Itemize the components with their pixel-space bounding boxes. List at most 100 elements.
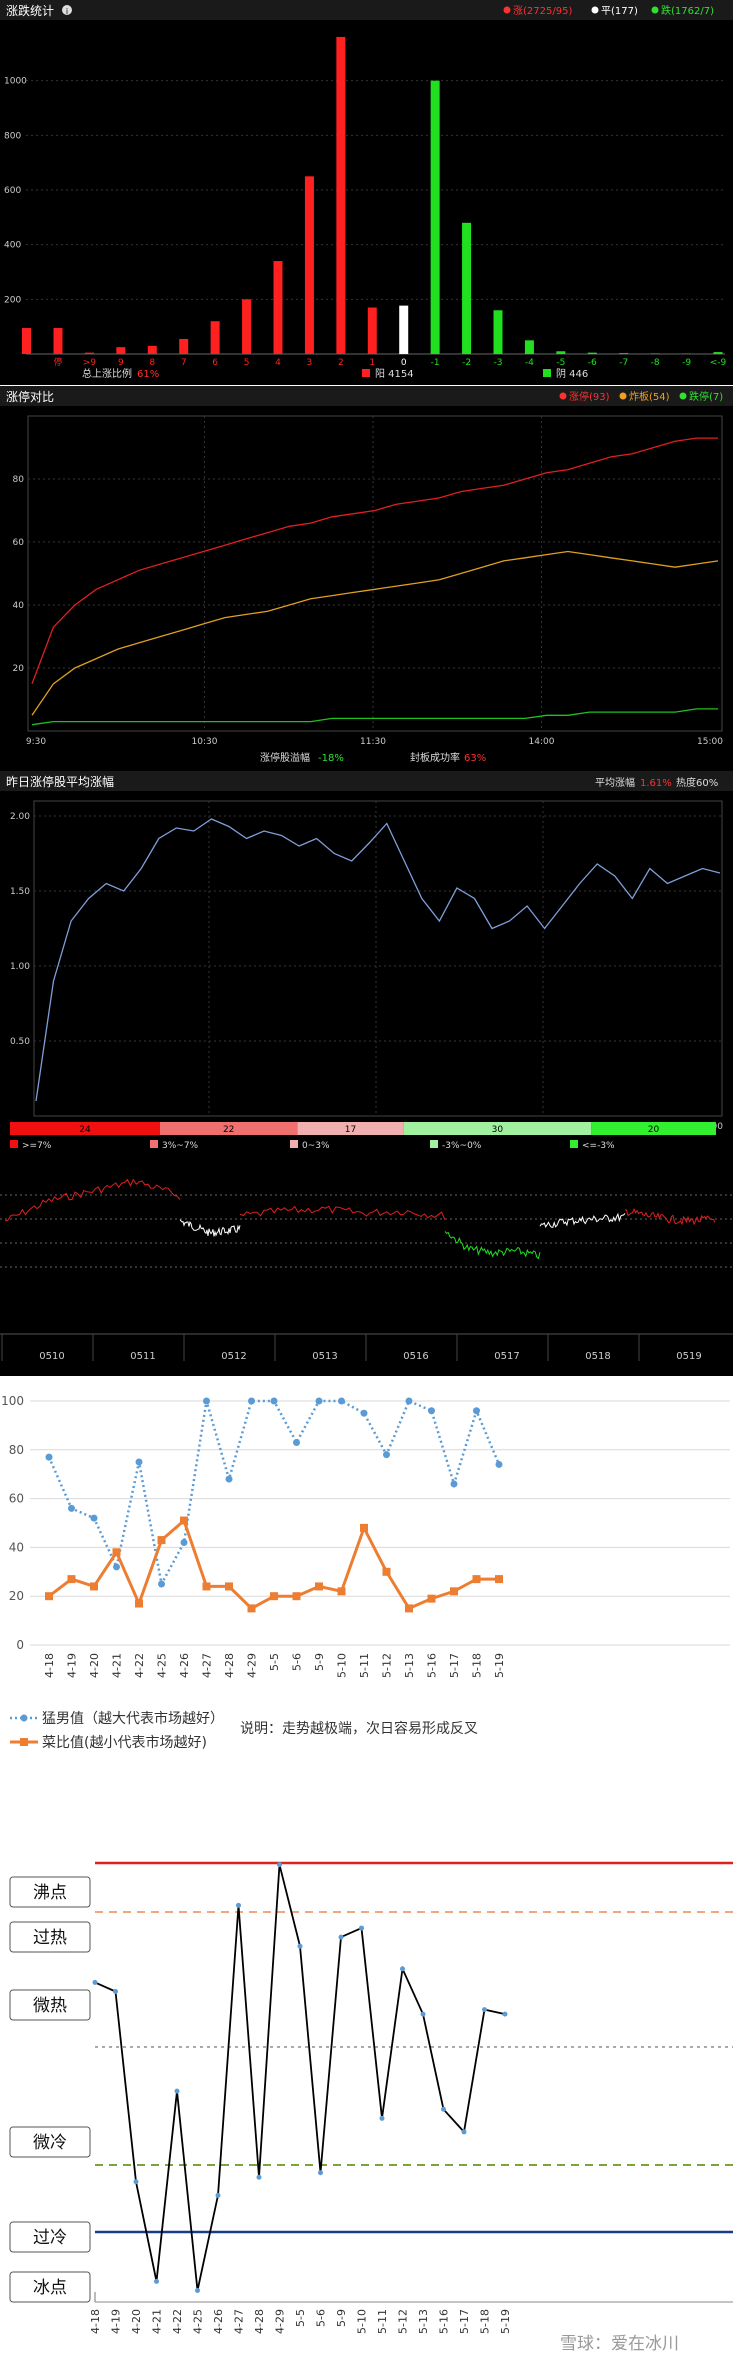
- dist-value: 20: [648, 1125, 660, 1135]
- x-tick-label: 5-17: [458, 2309, 471, 2334]
- x-tick-label: 5-16: [426, 1653, 439, 1678]
- legend-label: 平(177): [601, 6, 638, 17]
- strong-point: [360, 1409, 368, 1417]
- strong-point: [135, 1458, 143, 1466]
- footer-left-label: 涨停股溢幅: [260, 751, 310, 764]
- bar: [619, 353, 629, 354]
- strong-point: [315, 1397, 323, 1405]
- sentiment-point: [359, 1925, 364, 1931]
- legend-dot: [591, 6, 599, 14]
- y-tick-label: 100: [1, 1394, 24, 1408]
- weak-point: [315, 1582, 323, 1591]
- x-tick-label: 5-12: [397, 2309, 410, 2334]
- x-tick-label: 4-22: [133, 1653, 146, 1678]
- x-tick-label: 5-11: [376, 2309, 389, 2334]
- legend-strong: 猛男值（越大代表市场越好）: [10, 1710, 224, 1727]
- weak-point: [360, 1523, 368, 1532]
- weak-point: [90, 1582, 98, 1591]
- x-tick-label: 5: [244, 358, 250, 368]
- x-tick-label: 2: [338, 358, 344, 368]
- x-tick-label: 7: [181, 358, 187, 368]
- x-tick-label: >9: [83, 358, 97, 368]
- x-tick-label: 4-22: [171, 2309, 184, 2334]
- legend-label: 涨停(93): [569, 390, 610, 403]
- x-tick-label: -7: [619, 358, 628, 368]
- yang-label: 阳 4154: [375, 368, 414, 380]
- date-label: 0516: [403, 1351, 428, 1362]
- y-tick-label: 80: [9, 1443, 24, 1457]
- bar: [116, 347, 126, 354]
- bar: [713, 352, 723, 354]
- dist-legend-swatch: [570, 1140, 578, 1148]
- legend-dot: [651, 6, 659, 14]
- strong-point: [405, 1397, 413, 1405]
- bar: [462, 222, 472, 354]
- strong-point: [248, 1397, 255, 1405]
- weak-point: [202, 1582, 211, 1591]
- summary-value: 61%: [137, 369, 159, 380]
- y-tick-label: 2.00: [10, 812, 30, 822]
- footer-right-value: 63%: [464, 753, 486, 764]
- y-tick-label: 400: [4, 241, 21, 251]
- y-tick-label: 40: [13, 601, 25, 611]
- y-tick-label: 800: [4, 131, 21, 141]
- x-tick-label: 5-13: [403, 1653, 416, 1678]
- bar: [210, 321, 220, 354]
- yang-swatch: [362, 369, 370, 377]
- bar: [304, 176, 314, 354]
- sentiment-point: [277, 1862, 282, 1868]
- weak-point: [405, 1604, 413, 1613]
- sentiment-thermometer-chart: 沸点过热微热微冷过冷冰点 4-18 4-19 4-20 4-21 4-22 4-25 4-26…: [0, 1787, 733, 2361]
- x-tick-label: 4-19: [66, 1653, 79, 1678]
- dist-legend-swatch: [150, 1140, 158, 1148]
- bar: [179, 338, 189, 354]
- y-tick-label: 1000: [4, 77, 27, 87]
- x-tick-label: 4-26: [212, 2309, 225, 2334]
- x-tick-label: 10:30: [192, 737, 218, 747]
- x-tick-label: 4-28: [253, 2309, 266, 2334]
- sentiment-point: [113, 1988, 118, 1994]
- legend-strong-label: 猛男值（越大代表市场越好）: [42, 1710, 224, 1727]
- x-tick-label: 5-19: [493, 1653, 506, 1678]
- weak-point: [495, 1575, 503, 1584]
- x-tick-label: 4-18: [89, 2309, 102, 2334]
- sentiment-point: [482, 2007, 487, 2013]
- dist-value: 22: [223, 1125, 234, 1135]
- dist-value: 17: [345, 1125, 356, 1135]
- heat-label: 热度60%: [676, 776, 718, 789]
- strong-point: [45, 1453, 53, 1461]
- x-tick-label: 4-25: [192, 2309, 205, 2334]
- x-tick-label: 5-11: [358, 1653, 371, 1678]
- bar: [524, 340, 534, 354]
- limit-up-compare-panel: 涨停对比 跌停(7) 炸板(54) 涨停(93) 20 40 60 80 9:30 10:30…: [0, 386, 733, 771]
- weak-point: [247, 1604, 256, 1613]
- x-tick-label: <-9: [710, 358, 727, 368]
- x-tick-label: -5: [556, 358, 565, 368]
- level-label: 微冷: [33, 2133, 67, 2153]
- strong-point: [270, 1397, 278, 1405]
- dist-legend-label: 0~3%: [302, 1141, 330, 1151]
- bar: [22, 328, 31, 354]
- y-tick-label: 60: [13, 538, 25, 548]
- bar: [147, 345, 157, 354]
- strong-point: [428, 1407, 435, 1415]
- sentiment-point: [420, 2011, 426, 2017]
- bar: [84, 352, 94, 354]
- x-tick-label: 5-6: [291, 1653, 304, 1671]
- y-tick-label: 60: [9, 1492, 24, 1506]
- weak-point: [427, 1594, 436, 1603]
- x-tick-label: 3: [307, 358, 313, 368]
- svg-text:i: i: [66, 7, 68, 16]
- strong-weak-value-chart: 0 20 40 60 80 100 4-18 4-19 4-20 4-21 4-22 4-25 4-26…: [0, 1376, 733, 1787]
- bar: [430, 80, 440, 355]
- panel1-title: 涨跌统计: [6, 3, 54, 18]
- x-tick-label: 4-28: [223, 1653, 236, 1678]
- sentiment-point: [461, 2129, 467, 2135]
- x-tick-label: 4-21: [151, 2309, 164, 2334]
- watermark: 雪球：爱在冰川: [560, 2334, 679, 2354]
- date-label: 0510: [39, 1351, 64, 1362]
- x-tick-label: -9: [682, 358, 691, 368]
- sentiment-point: [236, 1902, 241, 1908]
- legend-weak-label: 菜比值(越小代表市场越好): [42, 1734, 207, 1751]
- y-tick-label: 600: [4, 186, 21, 196]
